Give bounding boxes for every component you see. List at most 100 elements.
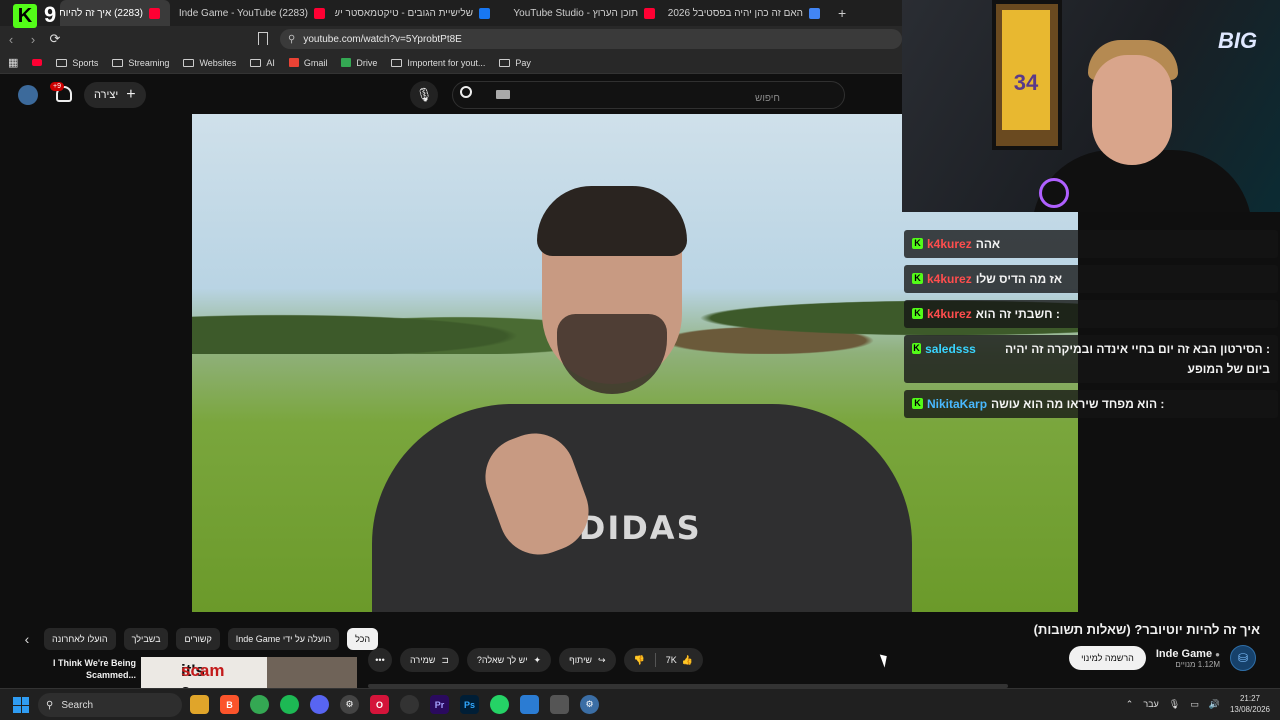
clock-time: 21:27 — [1239, 694, 1260, 703]
discord-icon[interactable] — [310, 695, 329, 714]
bookmark-item[interactable]: Pay — [499, 58, 531, 68]
tab-label: (2283) איך זה להיות יוטי — [60, 7, 143, 19]
bookmark-item[interactable]: Streaming — [112, 58, 169, 68]
bookmark-item[interactable]: Sports — [56, 58, 98, 68]
tab-label: (2283) Inde Game - YouTube — [178, 7, 308, 19]
keyboard-icon[interactable] — [496, 90, 510, 99]
bookmark-item[interactable]: Gmail — [288, 57, 328, 68]
filter-chip[interactable]: הועלה על ידי Inde Game — [227, 628, 340, 650]
browser-tab[interactable]: תוכן הערוץ - YouTube Studio — [500, 0, 665, 26]
apps-grid-icon[interactable]: ▦ — [8, 56, 18, 69]
create-button[interactable]: יצירה + — [84, 82, 146, 108]
filter-chip[interactable]: הועלו לאחרונה — [44, 628, 116, 650]
chat-text: אז מה הדיס שלו — [975, 272, 1063, 286]
recommended-video-title[interactable]: I Think We're Being Scammed... — [40, 657, 136, 681]
ask-button[interactable]: ✦ יש לך שאלה? — [466, 648, 552, 672]
search-placeholder: חיפוש — [755, 93, 780, 104]
browser-tab[interactable]: שלישיית הגובים - טיקטמאסטר ישראל — [335, 0, 500, 26]
notepad-icon[interactable] — [520, 695, 539, 714]
bookmark-label: Pay — [515, 57, 531, 68]
channel-info: ● Inde Game 1.12M מנויים — [1156, 648, 1220, 669]
save-label: שמירה — [410, 655, 436, 665]
browser-tab[interactable]: האם זה כהן יהיה בפסטיבל 2026 - ויי — [665, 0, 830, 26]
youtube-bookmark-icon[interactable] — [32, 59, 43, 66]
forward-icon[interactable]: › — [22, 32, 44, 47]
speaker-icon[interactable]: 🔊 — [1209, 699, 1220, 710]
brave-icon[interactable]: B — [220, 695, 239, 714]
spotify-icon[interactable] — [280, 695, 299, 714]
reload-icon[interactable]: ⟳ — [44, 31, 66, 47]
filter-chip[interactable]: הכל — [347, 628, 379, 650]
bookmark-item[interactable]: Drive — [341, 58, 377, 68]
system-tray: ⌃ עבר 🎙 ▭ 🔊 21:27 13/08/2026 — [1126, 693, 1270, 715]
language-indicator[interactable]: עבר — [1143, 699, 1158, 709]
voice-search-mic-icon[interactable]: 🎙 — [410, 81, 438, 109]
chat-message: : הוא מפחד שיראו מה הוא עושה NikitaKarp K — [904, 390, 1278, 418]
windows-start-icon[interactable] — [13, 697, 29, 713]
kick-number: 9 — [44, 2, 57, 27]
search-input[interactable]: חיפוש — [452, 81, 845, 109]
subscriber-count: 1.12M מנויים — [1175, 659, 1220, 669]
browser-tab[interactable]: (2283) איך זה להיות יוטי× — [60, 0, 170, 26]
channel-name-text: Inde Game — [1155, 647, 1213, 660]
search-icon[interactable] — [460, 86, 478, 104]
settings-gear-icon[interactable]: ⚙ — [340, 695, 359, 714]
system-settings-icon[interactable]: ⚙ — [580, 695, 599, 714]
url-bar[interactable]: ⚲ youtube.com/watch?v=5YprobtPt8E — [280, 29, 902, 49]
video-person-shirt — [372, 404, 912, 612]
premiere-icon[interactable]: Pr — [430, 695, 449, 714]
account-avatar[interactable] — [18, 85, 38, 105]
photoshop-icon[interactable]: Ps — [460, 695, 479, 714]
save-button[interactable]: ⊏ שמירה — [400, 648, 459, 672]
dislike-button[interactable]: 👎 — [624, 655, 655, 666]
bookmark-save-icon: ⊏ — [441, 654, 449, 665]
channel-avatar[interactable]: ⛁ — [1230, 645, 1256, 671]
folder-icon — [112, 58, 124, 67]
video-actions: ••• ⊏ שמירה ✦ יש לך שאלה? ↪ שיתוף 👎 7K 👍 — [368, 648, 703, 672]
chrome-icon[interactable] — [250, 695, 269, 714]
obs-icon[interactable] — [400, 695, 419, 714]
tray-chevron-up-icon[interactable]: ⌃ — [1126, 699, 1134, 710]
whatsapp-icon[interactable] — [490, 695, 509, 714]
gmail-icon — [288, 58, 299, 67]
filter-chip[interactable]: קשורים — [176, 628, 220, 650]
calculator-icon[interactable] — [550, 695, 569, 714]
browser-tab[interactable]: (2283) Inde Game - YouTube — [170, 0, 335, 26]
like-button[interactable]: 7K 👍 — [656, 655, 703, 666]
folder-icon — [56, 58, 68, 67]
share-button[interactable]: ↪ שיתוף — [559, 648, 616, 672]
microphone-icon[interactable]: 🎙 — [1169, 699, 1180, 710]
chat-username: k4kurez — [927, 237, 972, 251]
chips-prev-icon[interactable]: ‹ — [18, 631, 36, 647]
file-explorer-icon[interactable] — [190, 695, 209, 714]
folder-icon — [499, 58, 511, 67]
network-icon[interactable]: ▭ — [1190, 699, 1199, 710]
tab-favicon-icon — [809, 7, 820, 19]
opera-icon[interactable]: O — [370, 695, 389, 714]
new-tab-button[interactable]: + — [830, 5, 854, 21]
tab-label: תוכן הערוץ - YouTube Studio — [513, 7, 638, 19]
bookmark-icon[interactable] — [258, 32, 268, 45]
folder-icon — [183, 58, 195, 67]
back-icon[interactable]: ‹ — [0, 32, 22, 47]
filter-chip[interactable]: בשבילך — [123, 628, 169, 650]
taskbar-search[interactable]: ⚲ Search — [38, 693, 182, 717]
tab-label: שלישיית הגובים - טיקטמאסטר ישראל — [335, 7, 473, 19]
clock[interactable]: 21:27 13/08/2026 — [1230, 693, 1270, 715]
youtube-header: +9 יצירה + 🎙 חיפוש — [0, 78, 902, 114]
thumbs-up-icon: 👍 — [681, 654, 693, 665]
site-info-icon[interactable]: ⚲ — [288, 34, 295, 45]
bookmark-item[interactable]: AI — [250, 58, 275, 68]
more-actions-button[interactable]: ••• — [368, 648, 392, 672]
chat-text: : חשבתי זה הוא — [975, 307, 1060, 321]
video-person-beard — [557, 314, 667, 394]
bookmark-label: Drive — [356, 57, 378, 68]
channel-name[interactable]: ● Inde Game — [1156, 648, 1220, 660]
bookmark-label: Gmail — [303, 57, 328, 68]
bookmark-item[interactable]: Importent for yout... — [391, 58, 485, 68]
bookmark-item[interactable]: Websites — [183, 58, 236, 68]
subscribe-button[interactable]: הרשמה למינוי — [1069, 646, 1146, 670]
taskbar-search-label: Search — [61, 699, 94, 711]
recommended-video-thumbnail[interactable]: it's a scam — [141, 657, 357, 688]
folder-icon — [250, 58, 262, 67]
